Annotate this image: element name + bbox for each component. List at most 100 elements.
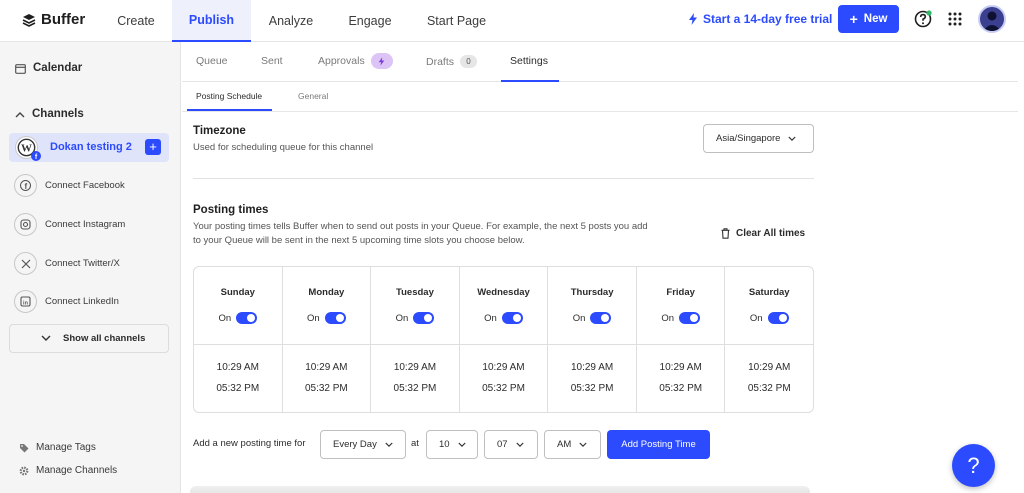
publish-tabs: Queue Sent Approvals Drafts 0 Settings xyxy=(182,42,1018,82)
facebook-badge-icon: f xyxy=(31,151,41,161)
show-all-channels-button[interactable]: Show all channels xyxy=(9,324,169,353)
tab-sent[interactable]: Sent xyxy=(261,55,283,67)
subtab-general[interactable]: General xyxy=(298,91,328,101)
svg-text:f: f xyxy=(24,182,27,191)
day-label: Saturday xyxy=(748,287,790,298)
timezone-select[interactable]: Asia/Singapore xyxy=(703,124,814,153)
time-slot[interactable]: 05:32 PM xyxy=(371,383,459,394)
drafts-count-badge: 0 xyxy=(460,55,478,68)
calendar-icon xyxy=(15,63,26,74)
lightning-icon xyxy=(378,56,385,66)
toggle-state-label: On xyxy=(749,312,763,324)
day-toggle[interactable] xyxy=(236,312,258,324)
time-slot[interactable]: 10:29 AM xyxy=(371,362,459,373)
time-slot[interactable]: 10:29 AM xyxy=(637,362,725,373)
time-slot[interactable]: 10:29 AM xyxy=(194,362,282,373)
sidebar-channel-active[interactable]: W f Dokan testing 2 + xyxy=(9,133,169,162)
time-slot[interactable]: 05:32 PM xyxy=(725,383,813,394)
day-toggle-row: On xyxy=(548,312,636,324)
day-column-wednesday: Wednesday On 10:29 AM 05:32 PM xyxy=(459,267,549,412)
svg-text:in: in xyxy=(23,300,29,306)
nav-publish[interactable]: Publish xyxy=(172,0,251,42)
gear-icon xyxy=(19,466,29,475)
time-slot[interactable]: 05:32 PM xyxy=(637,383,725,394)
toggle-state-label: On xyxy=(484,312,497,324)
new-button-label: New xyxy=(863,13,888,25)
connect-linkedin[interactable]: in Connect LinkedIn xyxy=(14,290,119,313)
sidebar-channels-label: Channels xyxy=(32,108,84,120)
connect-instagram[interactable]: Connect Instagram xyxy=(14,213,125,236)
time-slot[interactable]: 05:32 PM xyxy=(460,383,548,394)
day-toggle[interactable] xyxy=(590,312,612,324)
apps-grid-icon[interactable] xyxy=(948,12,962,26)
active-subtab-indicator xyxy=(187,109,272,111)
manage-channels-link[interactable]: Manage Channels xyxy=(19,465,117,476)
nav-engage[interactable]: Engage xyxy=(331,0,409,42)
time-slot[interactable]: 10:29 AM xyxy=(460,362,548,373)
subtab-posting-schedule[interactable]: Posting Schedule xyxy=(196,91,262,101)
buffer-logo[interactable]: Buffer xyxy=(22,11,85,28)
time-slot[interactable]: 10:29 AM xyxy=(283,362,371,373)
tab-settings[interactable]: Settings xyxy=(510,55,548,67)
help-chat-button[interactable]: ? xyxy=(952,444,995,487)
nav-create[interactable]: Create xyxy=(100,0,172,42)
free-trial-label: Start a 14-day free trial xyxy=(703,12,833,26)
day-toggle[interactable] xyxy=(413,312,435,324)
time-slot[interactable]: 05:32 PM xyxy=(548,383,636,394)
day-toggle[interactable] xyxy=(324,312,346,324)
plus-icon: + xyxy=(849,11,858,27)
day-toggle-row: On xyxy=(283,312,371,324)
connect-twitter[interactable]: Connect Twitter/X xyxy=(14,252,120,275)
ampm-select[interactable]: AM xyxy=(544,430,601,459)
day-column-monday: Monday On 10:29 AM 05:32 PM xyxy=(282,267,372,412)
day-toggle[interactable] xyxy=(679,312,701,324)
manage-tags-link[interactable]: Manage Tags xyxy=(19,442,96,453)
help-icon[interactable] xyxy=(914,10,932,28)
nav-start-page[interactable]: Start Page xyxy=(409,0,504,42)
settings-subtabs: Posting Schedule General xyxy=(182,82,1018,112)
minute-select[interactable]: 07 xyxy=(484,430,538,459)
sidebar-calendar-label: Calendar xyxy=(33,62,83,74)
time-slot[interactable]: 05:32 PM xyxy=(194,383,282,394)
chevron-down-icon xyxy=(515,442,524,447)
connect-facebook[interactable]: f Connect Facebook xyxy=(14,174,125,197)
posting-schedule-grid: Sunday On 10:29 AM 05:32 PM Monday On 10… xyxy=(193,266,814,413)
day-toggle[interactable] xyxy=(767,312,789,324)
tab-drafts-label: Drafts xyxy=(426,55,455,68)
day-label: Tuesday xyxy=(396,287,434,298)
connect-linkedin-label: Connect LinkedIn xyxy=(45,296,119,307)
sidebar-calendar[interactable]: Calendar xyxy=(15,62,82,74)
lightning-icon xyxy=(689,13,697,25)
clear-all-times-button[interactable]: Clear All times xyxy=(721,228,805,239)
time-slot[interactable]: 05:32 PM xyxy=(283,383,371,394)
column-divider xyxy=(371,344,459,345)
free-trial-link[interactable]: Start a 14-day free trial xyxy=(688,12,832,26)
chevron-down-icon xyxy=(579,442,587,447)
x-icon xyxy=(21,259,30,268)
sidebar-channels-toggle[interactable]: Channels xyxy=(15,108,84,120)
frequency-select[interactable]: Every Day xyxy=(320,430,406,459)
day-toggle-row: On xyxy=(371,312,459,324)
chevron-down-icon xyxy=(457,442,466,447)
tab-queue[interactable]: Queue xyxy=(196,55,228,67)
day-column-sunday: Sunday On 10:29 AM 05:32 PM xyxy=(194,267,283,412)
time-slot[interactable]: 10:29 AM xyxy=(548,362,636,373)
show-all-channels-label: Show all channels xyxy=(63,333,146,344)
avatar[interactable] xyxy=(978,5,1006,33)
nav-analyze[interactable]: Analyze xyxy=(251,0,331,42)
toggle-state-label: On xyxy=(572,312,586,324)
tag-icon xyxy=(20,443,29,452)
add-channel-button[interactable]: + xyxy=(145,139,161,155)
time-slot[interactable]: 10:29 AM xyxy=(725,362,813,373)
day-toggle-row: On xyxy=(194,312,282,324)
column-divider xyxy=(725,344,813,345)
add-posting-time-button[interactable]: Add Posting Time xyxy=(607,430,710,459)
column-divider xyxy=(282,344,371,345)
tab-drafts[interactable]: Drafts 0 xyxy=(426,55,478,68)
hour-select[interactable]: 10 xyxy=(426,430,478,459)
column-divider xyxy=(636,344,725,345)
new-button[interactable]: + New xyxy=(838,5,899,33)
tab-approvals[interactable]: Approvals xyxy=(318,53,393,69)
approvals-lightning-badge xyxy=(370,53,393,69)
day-toggle[interactable] xyxy=(501,312,523,324)
